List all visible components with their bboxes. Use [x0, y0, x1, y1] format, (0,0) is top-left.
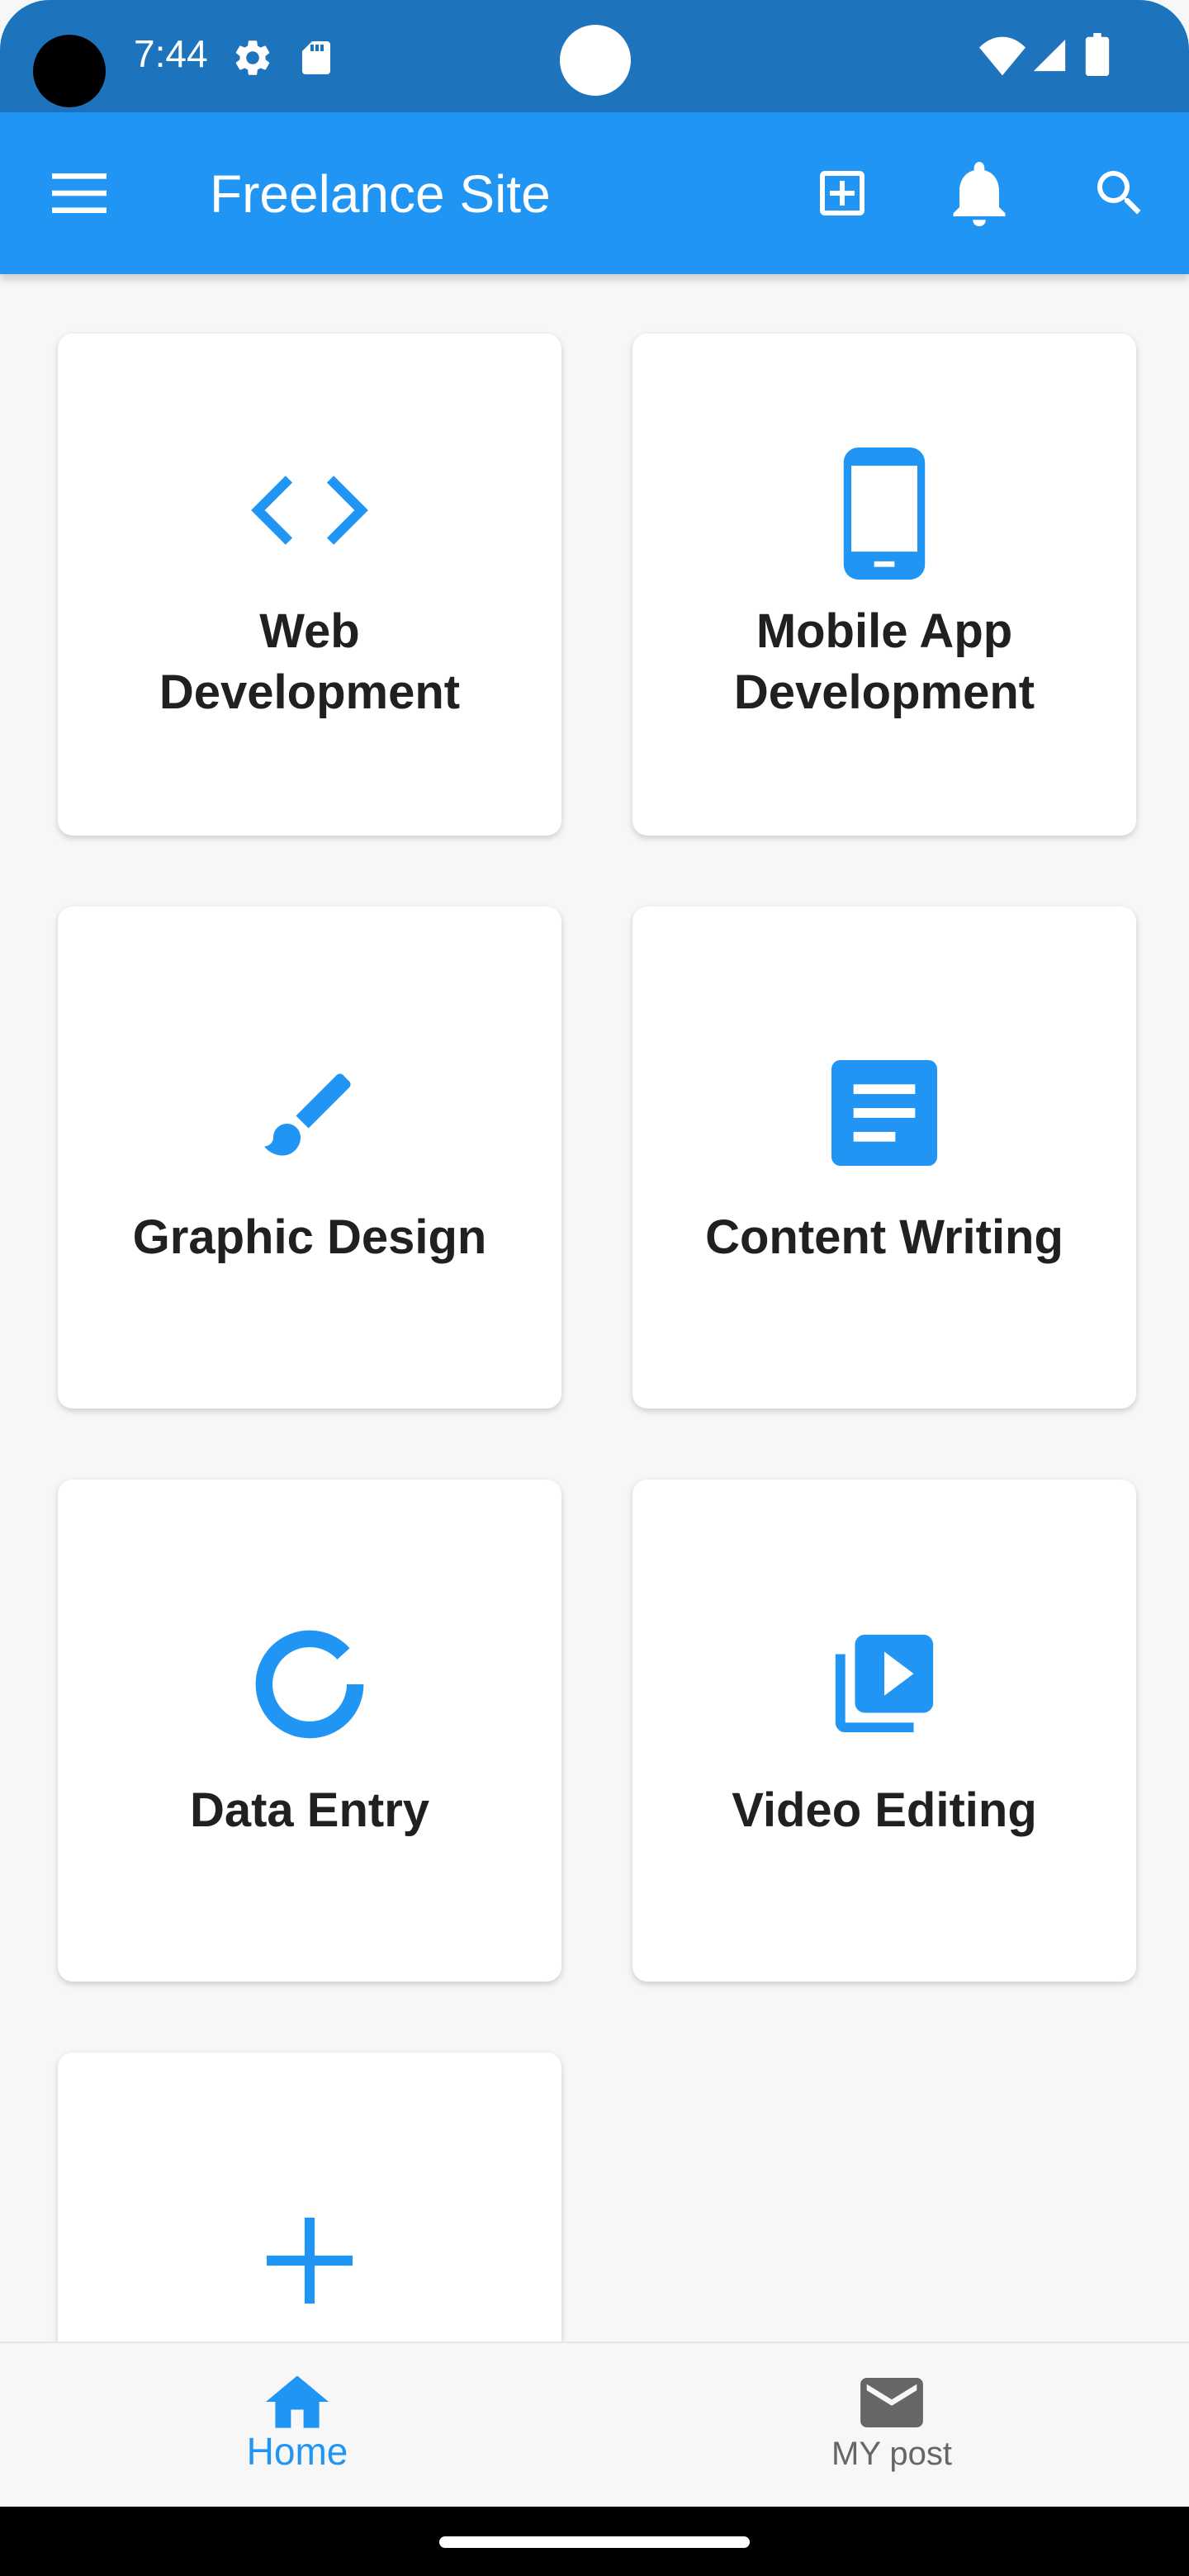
add-box-icon[interactable]: [812, 163, 872, 223]
camera-cutout: [33, 35, 106, 107]
add-icon: [267, 2218, 353, 2304]
category-label: Content Writing: [705, 1210, 1063, 1264]
category-label: Graphic Design: [132, 1210, 487, 1264]
category-label: Mobile App Development: [733, 604, 1035, 719]
signal-icon: [1033, 39, 1066, 72]
category-label: Data Entry: [189, 1783, 430, 1837]
home-icon: [266, 2375, 329, 2428]
bottom-navigation: Home MY post: [0, 2342, 1189, 2508]
code-icon: [251, 476, 368, 545]
mail-icon: [860, 2378, 923, 2427]
nav-label-my-post: MY post: [831, 2436, 952, 2472]
donut-icon: [255, 1630, 364, 1739]
status-time: 7:44: [134, 32, 208, 75]
sd-card-icon: [302, 41, 330, 74]
wifi-icon: [979, 36, 1026, 76]
category-label: Web Development: [159, 604, 461, 719]
add-category-card[interactable]: [58, 2053, 561, 2342]
nav-home[interactable]: Home: [0, 2343, 594, 2508]
nav-my-post[interactable]: MY post: [594, 2343, 1189, 2508]
video-library-icon: [835, 1634, 934, 1733]
center-notch: [560, 25, 631, 96]
category-card-video-editing[interactable]: Video Editing: [632, 1480, 1136, 1982]
category-card-graphic-design[interactable]: Graphic Design: [58, 907, 561, 1409]
home-gesture-handle[interactable]: [439, 2536, 750, 2548]
category-card-content-writing[interactable]: Content Writing: [632, 907, 1136, 1409]
brush-icon: [264, 1073, 351, 1156]
status-bar: 7:44: [0, 0, 1189, 112]
menu-icon[interactable]: [50, 168, 109, 218]
settings-icon: [235, 40, 270, 75]
category-card-mobile-app-development[interactable]: Mobile App Development: [632, 334, 1136, 836]
smartphone-icon: [843, 447, 926, 580]
article-icon: [831, 1060, 937, 1166]
app-title: Freelance Site: [210, 164, 551, 224]
app-bar: Freelance Site: [0, 112, 1189, 274]
category-card-web-development[interactable]: Web Development: [58, 334, 561, 836]
category-card-data-entry[interactable]: Data Entry: [58, 1480, 561, 1982]
category-label: Video Editing: [732, 1783, 1037, 1837]
battery-icon: [1085, 33, 1110, 76]
search-icon[interactable]: [1090, 163, 1149, 223]
nav-label-home: Home: [246, 2430, 348, 2473]
notification-bell-icon[interactable]: [950, 162, 1009, 226]
